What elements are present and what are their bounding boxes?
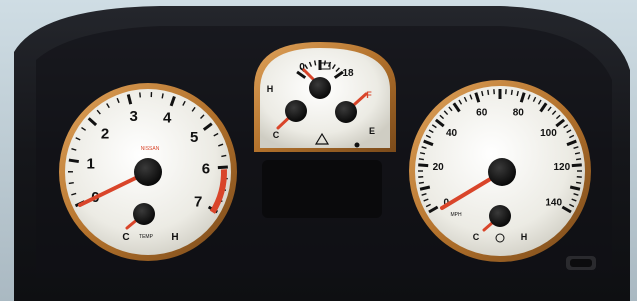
center-oil-high: 18 [342,68,354,79]
speedo-number: 60 [476,107,488,118]
indicator-dot [354,142,360,148]
center-temp-cold: C [273,130,280,140]
tach-brand: NISSAN [141,146,160,152]
minor-tick [576,181,582,184]
tach-hub [134,158,162,186]
minor-tick [418,181,424,184]
tach-number: 1 [86,156,94,173]
center-fuel-empty: E [369,126,375,136]
trip-reset-knob [566,256,596,270]
center-gauge: 0 18 H C F E [254,42,396,152]
minor-tick [418,158,424,161]
speedo-fuel-full: H [521,232,528,242]
minor-tick [487,89,490,95]
tachometer: 01234567 NISSAN C TEMP H [59,83,237,261]
speedo-number: 20 [433,162,445,173]
speedo-number: 120 [553,162,570,173]
speedo-number: 80 [513,107,525,118]
minor-tick [139,92,141,98]
major-tick [418,163,429,168]
speedo-number: 140 [545,198,562,209]
minor-tick [68,182,74,185]
tach-temp-hot: H [171,232,178,243]
instrument-cluster-photo: 01234567 NISSAN C TEMP H 0 18 H C F E [0,0,637,301]
speedo-fuel-empty: C [473,232,480,242]
speedo-number: 100 [540,128,557,139]
tach-number: 7 [194,193,202,210]
tach-temp-cold: C [122,232,129,243]
speedo-sub-hub [489,205,511,227]
minor-tick [576,158,582,161]
tach-number: 2 [101,125,109,142]
tach-number: 6 [202,161,210,178]
tach-temp-label: TEMP [139,234,154,240]
center-fuel-full: F [366,90,372,100]
major-tick [571,163,582,168]
minor-tick [313,60,317,66]
minor-tick [510,89,513,95]
speedo-number: 40 [446,128,458,139]
center-display-recess [262,160,382,218]
major-tick [217,165,228,170]
center-top-hub [309,77,331,99]
major-tick [68,158,80,164]
speedometer: 0204060 80100120140 MPH C H [409,80,591,262]
tach-sub-hub [133,203,155,225]
speedo-hub [488,158,516,186]
center-left-hub [285,100,307,122]
tach-number: 5 [190,129,198,146]
center-right-hub [335,101,357,123]
tach-number: 3 [130,108,138,125]
center-volt-high: H [267,84,274,94]
tach-number: 4 [163,110,172,127]
minor-tick [161,93,164,99]
speedo-unit: MPH [450,212,462,218]
